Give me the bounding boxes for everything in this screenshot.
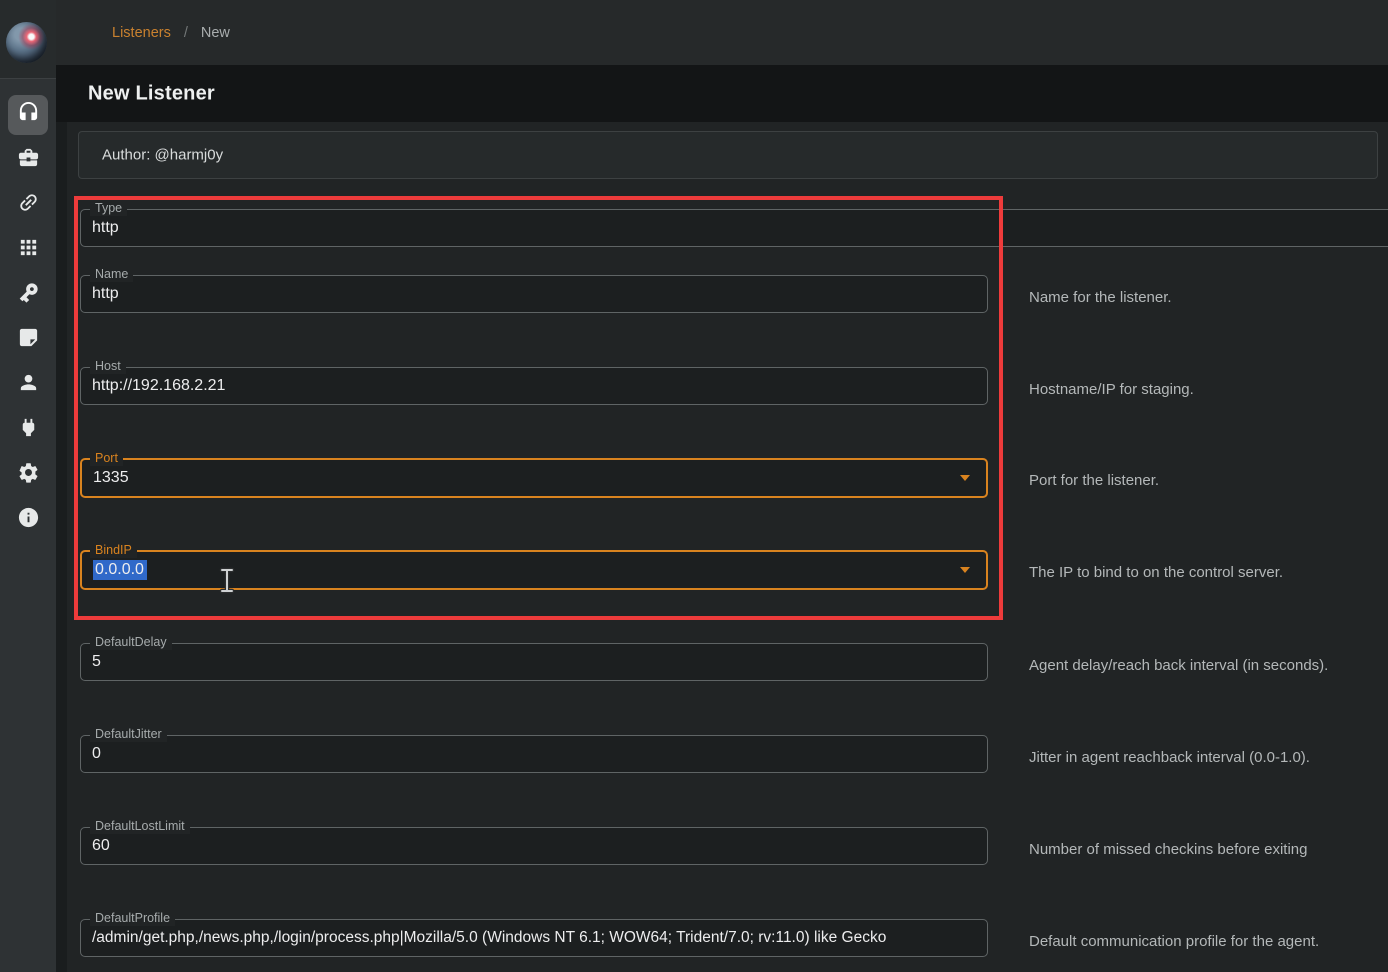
defaultjitter-value: 0 [92, 745, 101, 763]
defaultprofile-label: DefaultProfile [90, 911, 175, 926]
defaultlostlimit-input[interactable]: DefaultLostLimit 60 [80, 827, 988, 865]
defaultprofile-input[interactable]: DefaultProfile /admin/get.php,/news.php,… [80, 919, 988, 957]
defaultdelay-label: DefaultDelay [90, 635, 172, 650]
breadcrumb-listeners-link[interactable]: Listeners [112, 25, 171, 41]
briefcase-icon [17, 146, 40, 174]
link-icon [17, 191, 40, 219]
gear-icon [17, 461, 40, 489]
port-label: Port [90, 451, 123, 466]
sidebar-item-plugins[interactable] [8, 410, 48, 450]
defaultjitter-input[interactable]: DefaultJitter 0 [80, 735, 988, 773]
bindip-description: The IP to bind to on the control server. [1029, 564, 1283, 581]
sidebar-item-settings[interactable] [8, 455, 48, 495]
bindip-label: BindIP [90, 543, 137, 558]
defaultlostlimit-label: DefaultLostLimit [90, 819, 190, 834]
sidebar-item-stagers[interactable] [8, 140, 48, 180]
port-value: 1335 [93, 469, 129, 487]
defaultdelay-description: Agent delay/reach back interval (in seco… [1029, 657, 1328, 674]
breadcrumb-separator: / [184, 25, 188, 41]
author-text: Author: @harmj0y [102, 147, 223, 164]
app-logo-avatar [6, 22, 47, 63]
headset-icon [17, 101, 40, 129]
sidebar-item-about[interactable] [8, 500, 48, 540]
note-icon [17, 326, 40, 354]
sidebar-item-notes[interactable] [8, 320, 48, 360]
defaultdelay-input[interactable]: DefaultDelay 5 [80, 643, 988, 681]
sidebar [0, 0, 56, 972]
defaultlostlimit-description: Number of missed checkins before exiting [1029, 841, 1307, 858]
type-select[interactable]: Type http [80, 209, 1388, 247]
name-input[interactable]: Name http [80, 275, 988, 313]
port-description: Port for the listener. [1029, 472, 1159, 489]
bindip-dropdown-arrow-icon[interactable] [960, 567, 970, 573]
name-label: Name [90, 267, 133, 282]
name-value: http [92, 285, 119, 303]
starkiller-new-listener-screen: Listeners / New New Listener Author: @ha… [0, 0, 1388, 972]
ibeam-cursor [219, 567, 235, 600]
port-dropdown-arrow-icon[interactable] [960, 475, 970, 481]
author-bar: Author: @harmj0y [78, 131, 1378, 179]
sidebar-item-modules[interactable] [8, 230, 48, 270]
host-input[interactable]: Host http://192.168.2.21 [80, 367, 988, 405]
defaultjitter-description: Jitter in agent reachback interval (0.0-… [1029, 749, 1310, 766]
page-header: New Listener [56, 65, 1388, 122]
defaultprofile-value: /admin/get.php,/news.php,/login/process.… [92, 929, 886, 947]
sidebar-logo-area [0, 0, 56, 79]
type-label: Type [90, 201, 127, 216]
type-value: http [92, 219, 119, 237]
defaultjitter-label: DefaultJitter [90, 727, 167, 742]
name-description: Name for the listener. [1029, 289, 1172, 306]
sidebar-item-agents[interactable] [8, 185, 48, 225]
host-label: Host [90, 359, 126, 374]
plug-icon [17, 416, 40, 444]
key-icon [17, 281, 40, 309]
host-description: Hostname/IP for staging. [1029, 381, 1194, 398]
breadcrumb-current: New [201, 25, 230, 41]
defaultprofile-description: Default communication profile for the ag… [1029, 933, 1319, 950]
sidebar-item-credentials[interactable] [8, 275, 48, 315]
defaultdelay-value: 5 [92, 653, 101, 671]
sidebar-item-listeners[interactable] [8, 95, 48, 135]
grid-icon [17, 236, 40, 264]
top-bar: Listeners / New [56, 0, 1388, 65]
host-value: http://192.168.2.21 [92, 377, 225, 395]
port-combobox[interactable]: Port 1335 [80, 458, 988, 498]
breadcrumb: Listeners / New [112, 0, 230, 65]
person-icon [17, 371, 40, 399]
info-icon [17, 506, 40, 534]
sidebar-item-users[interactable] [8, 365, 48, 405]
bindip-value-selected: 0.0.0.0 [93, 560, 147, 580]
defaultlostlimit-value: 60 [92, 837, 110, 855]
page-title: New Listener [88, 82, 215, 105]
bindip-combobox[interactable]: BindIP 0.0.0.0 [80, 550, 988, 590]
